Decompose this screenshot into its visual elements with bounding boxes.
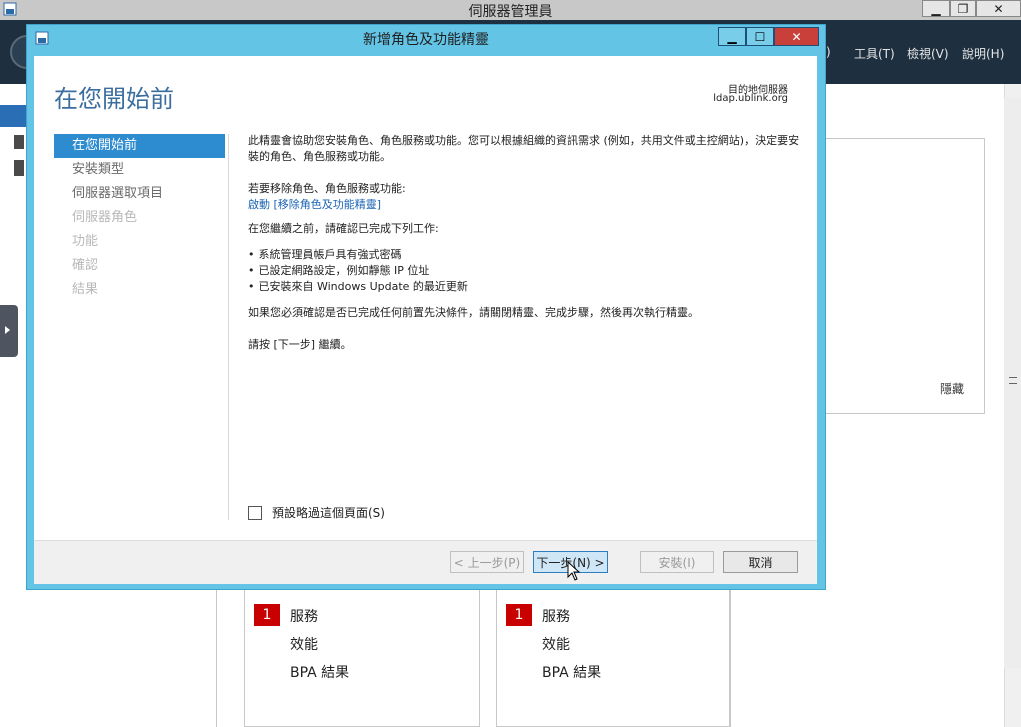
skip-page-label[interactable]: 預設略過這個頁面(S) bbox=[272, 504, 385, 521]
menu-manage-partial[interactable]: ) bbox=[826, 45, 831, 59]
restore-button[interactable]: ❐ bbox=[950, 0, 976, 17]
alert-count-badge: 1 bbox=[506, 604, 532, 626]
wizard-step-features: 功能 bbox=[72, 234, 99, 249]
server-manager-left-nav bbox=[0, 84, 26, 727]
wizard-step-before-you-begin[interactable]: 在您開始前 bbox=[54, 134, 225, 158]
divider bbox=[730, 590, 731, 727]
scrollbar-grip-icon bbox=[1009, 377, 1017, 384]
wizard-minimize-button[interactable]: ▁ bbox=[718, 27, 746, 46]
install-button[interactable]: 安裝(I) bbox=[640, 551, 714, 573]
wizard-step-installation-type[interactable]: 安裝類型 bbox=[54, 158, 225, 182]
tile-item-services[interactable]: 服務 bbox=[542, 606, 570, 626]
remove-roles-wizard-link[interactable]: 啟動 [移除角色及功能精靈] bbox=[248, 197, 808, 213]
wizard-title: 新增角色及功能精靈 bbox=[363, 32, 489, 48]
wizard-step-server-selection[interactable]: 伺服器選取項目 bbox=[54, 182, 225, 206]
press-next-text: 請按 [下一步] 繼續。 bbox=[248, 338, 352, 351]
menu-help[interactable]: 說明(H) bbox=[962, 45, 1004, 62]
divider bbox=[216, 590, 217, 727]
list-item: • 系統管理員帳戶具有強式密碼 bbox=[248, 247, 808, 263]
remove-prompt-text: 若要移除角色、角色服務或功能: bbox=[248, 182, 406, 195]
wizard-step-server-roles: 伺服器角色 bbox=[72, 210, 138, 225]
intro-text: 此精靈會協助您安裝角色、角色服務或功能。您可以根據組織的資訊需求 (例如，共用文… bbox=[248, 134, 800, 163]
minimize-button[interactable]: ▁ bbox=[922, 0, 950, 17]
mouse-pointer-icon bbox=[567, 560, 581, 581]
prerequisite-note: 如果您必須確認是否已完成任何前置先決條件，請關閉精靈、完成步驟，然後再次執行精靈… bbox=[248, 306, 699, 319]
tile-item-performance[interactable]: 效能 bbox=[290, 634, 318, 654]
cancel-button[interactable]: 取消 bbox=[723, 551, 798, 573]
expand-panel-handle[interactable] bbox=[0, 305, 18, 357]
nav-separator bbox=[228, 134, 229, 520]
alert-count-badge: 1 bbox=[254, 604, 280, 626]
bullet-text: 系統管理員帳戶具有強式密碼 bbox=[258, 248, 402, 261]
bullet-icon: • bbox=[248, 280, 255, 293]
menu-tools[interactable]: 工具(T) bbox=[854, 45, 895, 62]
previous-button[interactable]: < 上一步(P) bbox=[450, 551, 524, 573]
list-item: • 已安裝來自 Windows Update 的最近更新 bbox=[248, 279, 808, 295]
wizard-step-confirmation: 確認 bbox=[72, 258, 99, 273]
before-continue-text: 在您繼續之前，請確認已完成下列工作: bbox=[248, 222, 439, 235]
welcome-panel bbox=[825, 138, 985, 414]
server-manager-title: 伺服器管理員 bbox=[468, 4, 553, 20]
tile-item-bpa-results[interactable]: BPA 結果 bbox=[290, 662, 349, 682]
bullet-text: 已設定網路設定，例如靜態 IP 位址 bbox=[258, 264, 430, 277]
destination-server-name: ldap.ublink.org bbox=[713, 93, 788, 104]
close-button[interactable]: ✕ bbox=[976, 0, 1021, 17]
chevron-right-icon bbox=[5, 326, 10, 334]
all-servers-icon[interactable] bbox=[14, 160, 24, 176]
wizard-step-results: 結果 bbox=[72, 282, 99, 297]
dashboard-icon[interactable] bbox=[0, 105, 26, 127]
skip-page-option[interactable]: 預設略過這個頁面(S) bbox=[248, 504, 385, 521]
bullet-text: 已安裝來自 Windows Update 的最近更新 bbox=[258, 280, 468, 293]
wizard-step-nav: 在您開始前 安裝類型 伺服器選取項目 伺服器角色 功能 確認 結果 bbox=[54, 134, 225, 302]
wizard-content: 此精靈會協助您安裝角色、角色服務或功能。您可以根據組織的資訊需求 (例如，共用文… bbox=[248, 133, 808, 353]
tile-item-services[interactable]: 服務 bbox=[290, 606, 318, 626]
skip-page-checkbox[interactable] bbox=[248, 505, 262, 520]
menu-view[interactable]: 檢視(V) bbox=[907, 45, 949, 62]
wizard-close-button[interactable]: ✕ bbox=[774, 27, 819, 46]
local-server-icon[interactable] bbox=[14, 135, 24, 149]
tile-item-performance[interactable]: 效能 bbox=[542, 634, 570, 654]
page-title: 在您開始前 bbox=[54, 85, 174, 113]
bullet-icon: • bbox=[248, 264, 255, 277]
tile-item-bpa-results[interactable]: BPA 結果 bbox=[542, 662, 601, 682]
list-item: • 已設定網路設定，例如靜態 IP 位址 bbox=[248, 263, 808, 279]
bullet-icon: • bbox=[248, 248, 255, 261]
hide-link[interactable]: 隱藏 bbox=[940, 380, 964, 397]
wizard-maximize-button[interactable]: ☐ bbox=[746, 27, 774, 46]
